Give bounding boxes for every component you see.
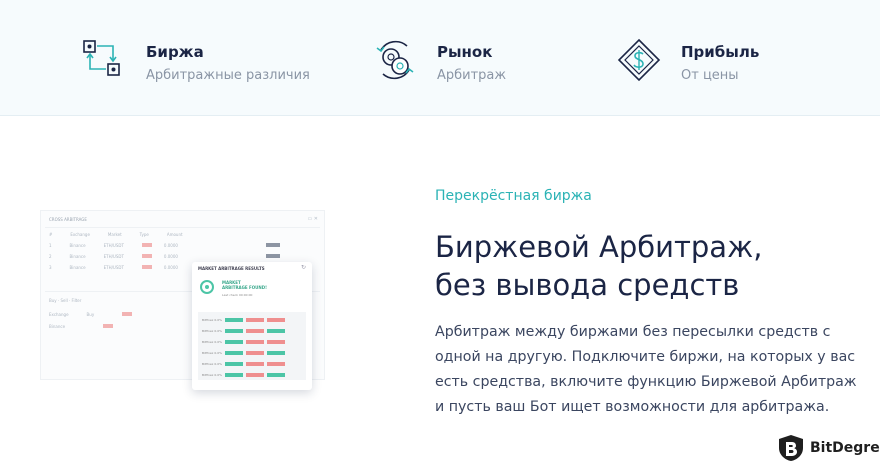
arbitrage-popup: MARKET ARBITRAGE RESULTS ↻ MARKET ARBITR… bbox=[192, 262, 312, 390]
headline-line-2: без вывода средств bbox=[435, 268, 740, 302]
window-controls-icon: ▭ ✕ bbox=[307, 216, 318, 222]
table-row: 2 Binance ETH/USDT 0.0000 bbox=[49, 253, 280, 259]
popup-result-line2: ARBITRAGE FOUND! bbox=[222, 285, 267, 290]
popup-result: MARKET ARBITRAGE FOUND! bbox=[222, 280, 267, 290]
popup-row: Bitfinex 0.0% bbox=[202, 350, 286, 355]
mock-header: CROSS ARBITRAGE bbox=[49, 217, 87, 222]
section-headline: Биржевой Арбитраж, без вывода средств bbox=[435, 228, 855, 304]
popup-table: Bitfinex 0.0% Bitfinex 0.0% Bitfinex 0.0… bbox=[198, 312, 306, 380]
coins-cycle-icon bbox=[376, 40, 414, 80]
refresh-icon[interactable]: ↻ bbox=[301, 264, 306, 271]
feature-subtitle: Арбитражные различия bbox=[146, 68, 310, 83]
bitdegree-shield-icon bbox=[779, 435, 803, 461]
bitdegree-watermark: BitDegree bbox=[778, 434, 880, 462]
section-eyebrow: Перекрёстная биржа bbox=[435, 188, 592, 204]
feature-title: Рынок bbox=[437, 43, 493, 61]
target-icon bbox=[200, 280, 214, 294]
popup-row: Bitfinex 0.0% bbox=[202, 328, 286, 333]
popup-row: Bitfinex 0.0% bbox=[202, 372, 286, 377]
table-row: # Exchange Market Type Amount bbox=[49, 231, 183, 237]
brand-name: BitDegree bbox=[810, 440, 880, 456]
popup-title: MARKET ARBITRAGE RESULTS bbox=[198, 266, 265, 271]
table-row: Binance bbox=[49, 323, 114, 329]
exchange-arrows-icon bbox=[83, 40, 120, 76]
feature-exchange: Биржа Арбитражные различия bbox=[82, 38, 310, 90]
table-row: Exchange Buy bbox=[49, 311, 133, 317]
feature-title: Прибыль bbox=[681, 43, 760, 61]
feature-profit: Прибыль От цены bbox=[617, 38, 759, 90]
table-row: 1 Binance ETH/USDT 0.0000 bbox=[49, 242, 280, 248]
feature-subtitle: Арбитраж bbox=[437, 68, 507, 83]
section-description: Арбитраж между биржами без пересылки сре… bbox=[435, 324, 857, 415]
feature-subtitle: От цены bbox=[681, 68, 739, 83]
filter-row: Buy · Sell · Filter bbox=[49, 297, 82, 303]
popup-time: Last check 00:00:00 bbox=[222, 293, 253, 297]
divider bbox=[45, 227, 320, 228]
popup-row: Bitfinex 0.0% bbox=[202, 339, 286, 344]
popup-row: Bitfinex 0.0% bbox=[202, 317, 286, 322]
popup-row: Bitfinex 0.0% bbox=[202, 361, 286, 366]
feature-market: Рынок Арбитраж bbox=[373, 38, 506, 90]
feature-title: Биржа bbox=[146, 43, 204, 61]
headline-line-1: Биржевой Арбитраж, bbox=[435, 230, 763, 264]
dollar-diamond-icon bbox=[617, 38, 661, 82]
